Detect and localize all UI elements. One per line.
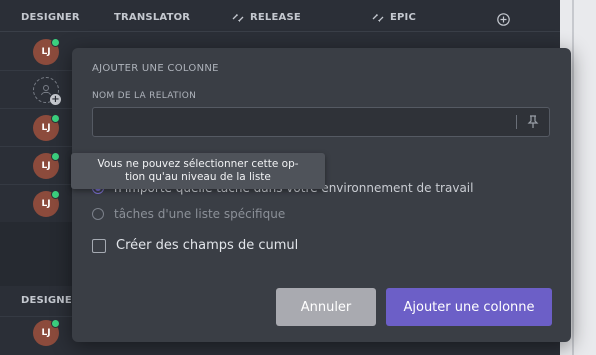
avatar-initials: LJ (41, 47, 51, 57)
modal-title: AJOUTER UNE COLONNE (92, 63, 219, 74)
option-list-tasks-label: tâches d'une liste spécifique (114, 207, 286, 221)
relation-name-label: NOM DE LA RELATION (92, 91, 197, 101)
tooltip: Vous ne pouvez sélectionner cette op- ti… (71, 153, 325, 189)
column-header-label: RELEASE (250, 12, 301, 23)
column-header-translator[interactable]: TRANSLATOR (114, 12, 190, 23)
avatar[interactable]: LJ (33, 319, 60, 346)
pin-icon[interactable] (527, 115, 539, 129)
avatar[interactable]: LJ (33, 114, 60, 141)
add-column-button[interactable] (497, 13, 510, 26)
rollup-fields-label: Créer des champs de cumul (116, 238, 299, 253)
avatar-initials: LJ (41, 328, 51, 338)
header-divider (0, 31, 560, 32)
option-list-tasks[interactable]: tâches d'une liste spécifique (92, 207, 285, 221)
radio-list-tasks[interactable] (92, 208, 104, 220)
column-header-label: DESIGNER (21, 12, 80, 23)
assign-user-button[interactable]: + (33, 77, 61, 105)
online-status-dot (51, 190, 60, 199)
column-header-label: EPIC (390, 12, 417, 23)
user-icon (41, 85, 51, 96)
column-header-designer[interactable]: DESIGNER (21, 295, 80, 306)
column-header-epic[interactable]: EPIC (372, 12, 416, 23)
column-header-label: TRANSLATOR (114, 12, 191, 23)
relation-link-icon (232, 13, 244, 22)
rollup-fields-option[interactable]: Créer des champs de cumul (92, 238, 298, 253)
avatar-initials: LJ (41, 123, 51, 133)
column-header-designer[interactable]: DESIGNER (21, 12, 80, 23)
avatar[interactable]: LJ (33, 190, 60, 217)
add-column-modal: AJOUTER UNE COLONNE NOM DE LA RELATION n… (72, 48, 571, 342)
relation-name-input[interactable] (92, 107, 550, 137)
field-divider (516, 115, 517, 129)
plus-circle-icon (497, 13, 510, 26)
relation-link-icon (372, 13, 384, 22)
online-status-dot (51, 319, 60, 328)
online-status-dot (51, 114, 60, 123)
rollup-fields-checkbox[interactable] (92, 238, 106, 253)
avatar[interactable]: LJ (33, 152, 60, 179)
tooltip-line-1: Vous ne pouvez sélectionner cette op- (97, 158, 299, 170)
avatar-initials: LJ (41, 199, 51, 209)
column-header-label: DESIGNER (21, 295, 80, 306)
online-status-dot (51, 38, 60, 47)
avatar-initials: LJ (41, 161, 51, 171)
add-column-submit-button[interactable]: Ajouter une colonne (386, 288, 552, 326)
cancel-button[interactable]: Annuler (276, 288, 376, 326)
online-status-dot (51, 152, 60, 161)
column-header-release[interactable]: RELEASE (232, 12, 301, 23)
avatar[interactable]: LJ (33, 38, 60, 65)
add-icon: + (50, 94, 61, 105)
tooltip-line-2: tion qu'au niveau de la liste (125, 171, 271, 183)
scrollbar[interactable] (572, 0, 574, 355)
